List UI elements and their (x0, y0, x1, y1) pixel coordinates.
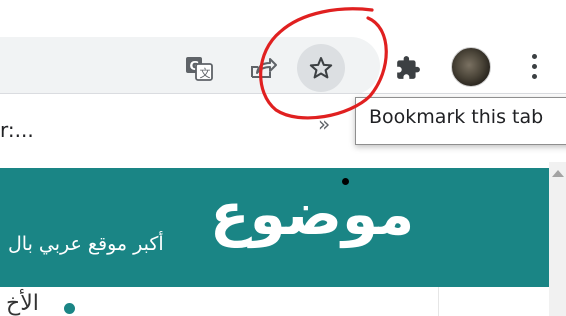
annotation-circle (259, 7, 388, 120)
